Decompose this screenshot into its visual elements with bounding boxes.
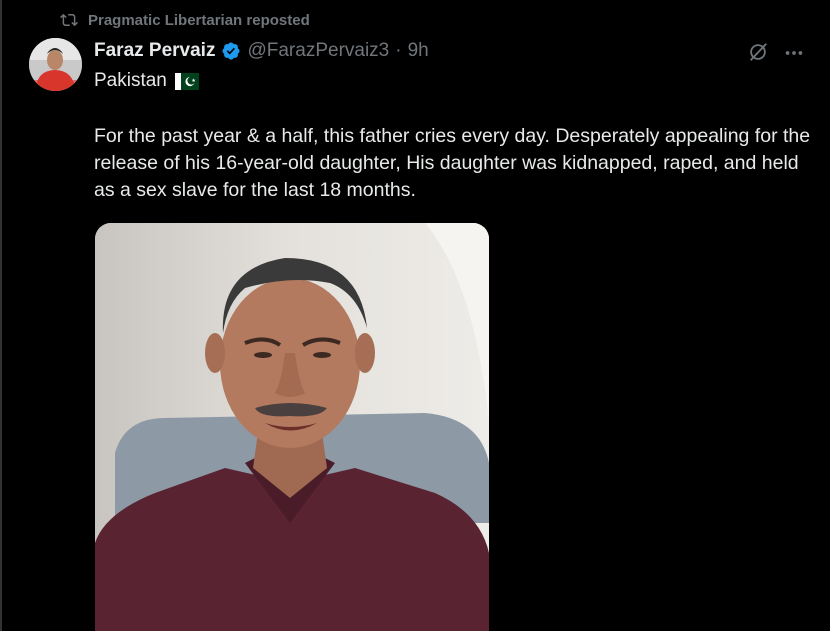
video-thumbnail[interactable] — [95, 223, 489, 631]
author-handle[interactable]: @FarazPervaiz3 — [247, 40, 389, 62]
post-header: Faraz Pervaiz @FarazPervaiz3 · 9h — [94, 40, 429, 62]
repost-icon — [60, 13, 78, 27]
tweet-card[interactable]: Pragmatic Libertarian reposted Faraz Per… — [0, 0, 830, 631]
repost-context[interactable]: Pragmatic Libertarian reposted — [60, 11, 310, 29]
avatar[interactable] — [29, 38, 82, 91]
separator-dot: · — [395, 40, 402, 61]
more-options-icon[interactable] — [783, 42, 805, 64]
repost-label: Pragmatic Libertarian reposted — [88, 11, 310, 29]
grok-icon[interactable] — [747, 41, 769, 63]
divider — [0, 0, 2, 631]
pakistan-flag-icon — [174, 72, 199, 90]
post-first-line: Pakistan — [94, 70, 199, 92]
verified-badge-icon[interactable] — [221, 41, 241, 61]
author-name[interactable]: Faraz Pervaiz — [94, 40, 215, 62]
country-line: Pakistan — [94, 70, 167, 91]
post-text: For the past year & a half, this father … — [94, 125, 811, 201]
post-timestamp[interactable]: 9h — [408, 40, 429, 62]
